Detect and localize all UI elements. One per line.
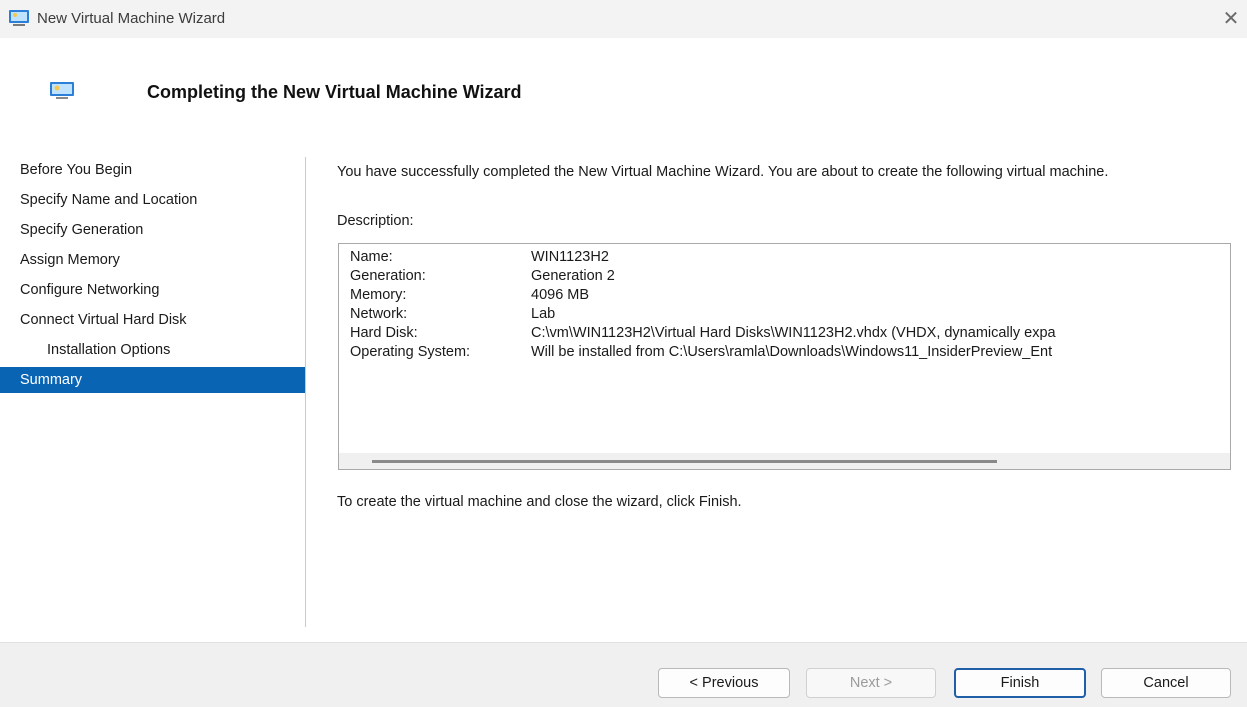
- nav-step-specify-generation[interactable]: Specify Generation: [0, 215, 305, 245]
- finish-instruction-text: To create the virtual machine and close …: [337, 494, 742, 510]
- description-row-generation: Generation: Generation 2: [350, 267, 1056, 286]
- description-value: C:\vm\WIN1123H2\Virtual Hard Disks\WIN11…: [531, 325, 1056, 341]
- description-value: WIN1123H2: [531, 249, 609, 265]
- cancel-button[interactable]: Cancel: [1101, 668, 1231, 698]
- description-value: 4096 MB: [531, 287, 590, 303]
- wizard-footer: < Previous Next > Finish Cancel: [0, 642, 1247, 707]
- wizard-header: Completing the New Virtual Machine Wizar…: [0, 38, 1247, 137]
- description-key: Generation:: [350, 268, 426, 284]
- finish-button[interactable]: Finish: [954, 668, 1086, 698]
- description-key: Name:: [350, 249, 393, 265]
- description-rows: Name: WIN1123H2 Generation: Generation 2 M…: [350, 248, 1056, 362]
- description-key: Memory:: [350, 287, 407, 303]
- description-label: Description:: [337, 213, 414, 229]
- description-key: Operating System:: [350, 344, 471, 360]
- description-value: Will be installed from C:\Users\ramla\Do…: [531, 344, 1053, 360]
- nav-step-configure-networking[interactable]: Configure Networking: [0, 275, 305, 305]
- nav-divider: [305, 157, 306, 627]
- close-icon[interactable]: ✕: [1218, 6, 1244, 32]
- description-key: Network:: [350, 306, 408, 322]
- window-title: New Virtual Machine Wizard: [37, 10, 226, 27]
- nav-step-installation-options[interactable]: Installation Options: [0, 335, 305, 365]
- previous-button[interactable]: < Previous: [658, 668, 790, 698]
- summary-intro-text: You have successfully completed the New …: [337, 164, 1109, 180]
- title-bar: New Virtual Machine Wizard ✕: [0, 0, 1247, 38]
- wizard-steps-nav: Before You Begin Specify Name and Locati…: [0, 155, 305, 393]
- description-row-hard-disk: Hard Disk: C:\vm\WIN1123H2\Virtual Hard D…: [350, 324, 1056, 343]
- vm-window-icon: [9, 9, 29, 30]
- description-value: Lab: [531, 306, 556, 322]
- description-value: Generation 2: [531, 268, 615, 284]
- nav-step-connect-virtual-hard-disk[interactable]: Connect Virtual Hard Disk: [0, 305, 305, 335]
- description-box[interactable]: Name: WIN1123H2 Generation: Generation 2 M…: [338, 243, 1231, 470]
- description-key: Hard Disk:: [350, 325, 418, 341]
- nav-step-summary[interactable]: Summary: [0, 367, 305, 393]
- description-row-memory: Memory: 4096 MB: [350, 286, 1056, 305]
- vm-window-icon: [50, 82, 74, 103]
- description-row-operating-system: Operating System: Will be installed from …: [350, 343, 1056, 362]
- next-button[interactable]: Next >: [806, 668, 936, 698]
- nav-step-assign-memory[interactable]: Assign Memory: [0, 245, 305, 275]
- nav-step-specify-name-and-location[interactable]: Specify Name and Location: [0, 185, 305, 215]
- page-title: Completing the New Virtual Machine Wizar…: [147, 82, 522, 102]
- scrollbar-thumb[interactable]: [372, 460, 997, 463]
- nav-step-before-you-begin[interactable]: Before You Begin: [0, 155, 305, 185]
- horizontal-scrollbar[interactable]: [339, 453, 1230, 469]
- description-row-name: Name: WIN1123H2: [350, 248, 1056, 267]
- description-row-network: Network: Lab: [350, 305, 1056, 324]
- wizard-body: Before You Begin Specify Name and Locati…: [0, 137, 1247, 642]
